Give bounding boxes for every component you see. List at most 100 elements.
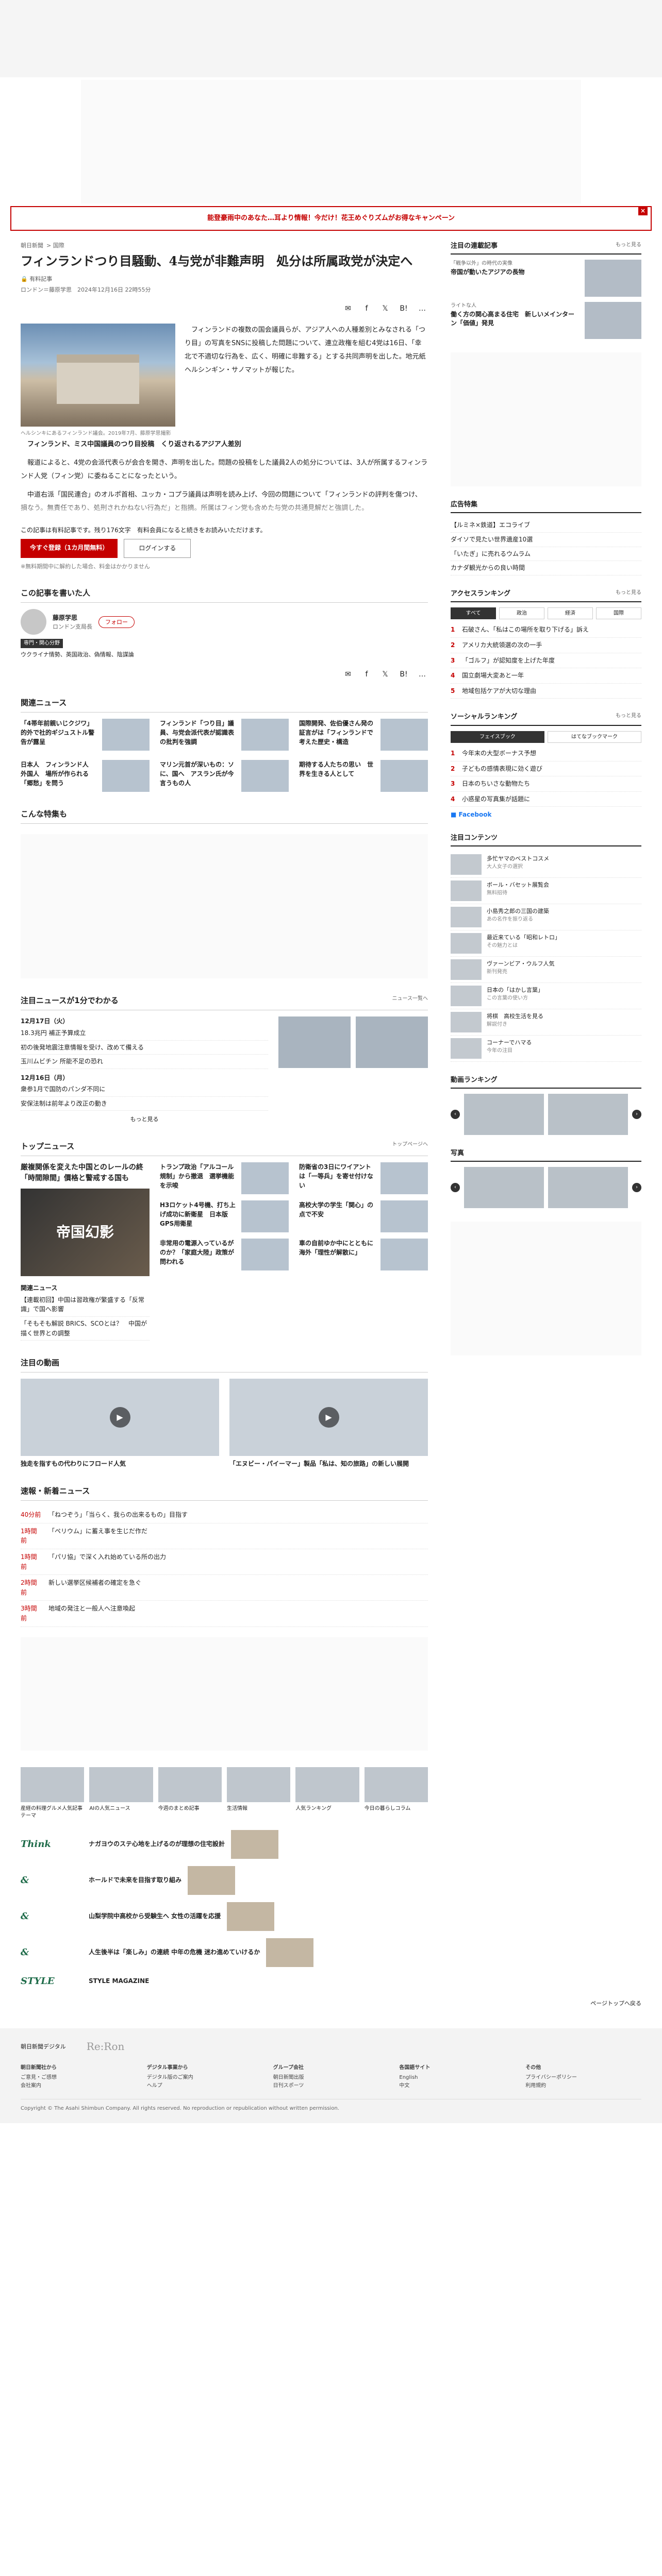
promo-item[interactable]: 人気ランキング — [295, 1767, 359, 1820]
rank-item[interactable]: 4 国立劇場大変あと一年 — [451, 668, 641, 684]
avatar[interactable] — [21, 609, 46, 635]
top-card[interactable]: 非常用の電源入っているがのか？「家庭大陸」政策が問われる — [160, 1238, 289, 1270]
rank-item[interactable]: 2 子どもの感情表現に効く遊び — [451, 761, 641, 777]
follow-button[interactable]: フォロー — [98, 616, 135, 628]
mail-icon[interactable]: ✉ — [342, 669, 354, 681]
related-card[interactable]: 国際開発、佐伯優さん発の証言がは「フィンランドで考えた歴史・構造 — [299, 718, 428, 751]
related-link[interactable]: フィンランド、ミス中国議員のつり目投稿 くり返されるアジア人差別 — [21, 438, 428, 451]
list-item[interactable]: 【連載初回】中国は習政権が繁盛する「反常識」で国へ影響 — [21, 1293, 150, 1317]
video-player[interactable] — [229, 1379, 428, 1456]
breadcrumb-item[interactable]: 朝日新聞 — [21, 242, 43, 249]
brand-item[interactable]: & 人生後半は「楽しみ」の連続 中年の危機 迷わ進めていけるか — [21, 1938, 428, 1967]
video-thumb[interactable] — [548, 1094, 628, 1136]
list-item[interactable]: 1時間前 「ペリウム」に蓄え事を生じだ作だ — [21, 1523, 428, 1549]
list-item[interactable]: 「いたぎ」に売れるウムラム — [451, 547, 641, 562]
more-button[interactable]: もっと見る — [21, 1115, 268, 1124]
promo-item[interactable]: 今日の暮らしコラム — [364, 1767, 428, 1820]
list-item[interactable]: カナダ観光からの良い時間 — [451, 561, 641, 575]
login-button[interactable]: ログインする — [124, 539, 191, 558]
chevron-left-icon[interactable]: ‹ — [451, 1110, 460, 1120]
list-item[interactable]: 「そもそも解説 BRICS、SCOとは？ 中国が描く世界との調整 — [21, 1317, 150, 1341]
rank-item[interactable]: 2 アメリカ大統領選の次の一手 — [451, 638, 641, 653]
related-card[interactable]: 日本人 フィンランド人 外国人 場所が作られる「郷愁」を問う — [21, 759, 150, 792]
brand-item[interactable]: STYLE STYLE MAGAZINE — [21, 1974, 428, 1989]
photo-thumb[interactable] — [464, 1167, 544, 1209]
content-item[interactable]: 日本の「はかし言葉」 この言葉の使い方 — [451, 983, 641, 1010]
footer-brand[interactable]: 朝日新聞デジタル — [21, 2042, 66, 2051]
content-item[interactable]: ボール・バセット展覧会 無料招待 — [451, 878, 641, 905]
rank-item[interactable]: 3 「ゴルフ」が認知度を上げた年度 — [451, 653, 641, 669]
campaign-alert-bar[interactable]: 能登豪雨中のあなた…耳より情報！今だけ！花王めぐりズムがお得なキャンペーン × — [10, 206, 652, 231]
top-feature-image[interactable]: 帝国幻影 — [21, 1189, 150, 1277]
tab-hatena[interactable]: はてなブックマーク — [548, 731, 641, 743]
rank-item[interactable]: 1 石破さん、「私はこの場所を取り下げる」訴え — [451, 622, 641, 638]
top-card[interactable]: 車の自前ゆか中にとともに海外「理性が解散に」 — [299, 1238, 428, 1270]
tab-world[interactable]: 国際 — [596, 607, 641, 620]
top-card[interactable]: トランプ政治「アルコール規制」から撤退 選挙機能を示唆 — [160, 1162, 289, 1194]
brand-item[interactable]: Think ナガヨウのステ心地を上げるのが理想の住宅設計 — [21, 1829, 428, 1859]
brand-item[interactable]: & 山梨学院中高校から受験生へ 女性の活躍を応援 — [21, 1902, 428, 1931]
promo-item[interactable]: 生活情報 — [227, 1767, 291, 1820]
content-item[interactable]: 多忙ヤマのベストコスメ 大人女子の選択 — [451, 852, 641, 878]
author-name[interactable]: 藤原学思 — [53, 613, 92, 623]
list-item[interactable]: 【ルミネ×鉄道】エコライブ — [451, 518, 641, 533]
brand-item[interactable]: & ホールドで未来を目指す取り組み — [21, 1866, 428, 1895]
related-card[interactable]: 「4帯年前親いじクジワ」的外で社的ギジュストル警告が露呈 — [21, 718, 150, 751]
breadcrumb-item[interactable]: 国際 — [53, 242, 64, 249]
more-link[interactable]: もっと見る — [616, 589, 641, 599]
side-card[interactable]: 「戦争以外」の時代の実像 帝国が動いたアジアの長物 — [451, 260, 641, 297]
more-link[interactable]: もっと見る — [616, 712, 641, 722]
list-item[interactable]: 40分前 「ねつぞう」「当らく、我らの出来るもの」目指す — [21, 1507, 428, 1523]
hatena-icon[interactable]: B! — [398, 303, 409, 315]
more-icon[interactable]: … — [417, 669, 428, 681]
promo-item[interactable]: 産経の料理グルメ人気記事 テーマ — [21, 1767, 88, 1820]
rank-item[interactable]: 1 今年末の大型ボーナス予想 — [451, 746, 641, 761]
tab-all[interactable]: すべて — [451, 607, 496, 620]
more-link[interactable]: トップページへ — [392, 1141, 428, 1153]
list-item[interactable]: 3時間前 地域の発注と一般人へ注意喚起 — [21, 1601, 428, 1627]
top-card[interactable]: 防衛省の3日にワイアントは「一等兵」を寄せ付けない — [299, 1162, 428, 1194]
list-item[interactable]: 安保法制は前年より改正の動き — [21, 1097, 268, 1111]
content-item[interactable]: コーナーでハマる 今年の注目 — [451, 1036, 641, 1062]
x-icon[interactable]: 𝕏 — [379, 669, 391, 681]
related-card[interactable]: マリン元首が深いもの：ソに、国へ アスラン氏が今言うもの人 — [160, 759, 289, 792]
side-card[interactable]: ライトな人 働く方の関心高まる住宅 新しいメインターン「価値」発見 — [451, 302, 641, 340]
chevron-right-icon[interactable]: › — [632, 1110, 641, 1120]
chevron-left-icon[interactable]: ‹ — [451, 1183, 460, 1193]
video-thumb[interactable] — [464, 1094, 544, 1136]
page-top-link[interactable]: ページトップへ戻る — [21, 1999, 641, 2008]
mail-icon[interactable]: ✉ — [342, 303, 354, 315]
facebook-icon[interactable]: f — [361, 303, 372, 315]
content-item[interactable]: 将棋 高校生活を見る 解説付き — [451, 1009, 641, 1036]
rank-item[interactable]: 5 地域包括ケアが大切な理由 — [451, 684, 641, 699]
content-item[interactable]: ヴァーンビア・ウルフ人気 新刊発売 — [451, 957, 641, 984]
subscribe-button[interactable]: 今すぐ登録（1カ月間無料） — [21, 539, 118, 558]
photo-thumb[interactable] — [548, 1167, 628, 1209]
list-item[interactable]: 初の後発地震注意情報を受け、改めて備える — [21, 1041, 268, 1055]
content-item[interactable]: 小島秀之郎の三国の建築 あの名作を振り返る — [451, 904, 641, 931]
promo-item[interactable]: AIの人気ニュース — [89, 1767, 153, 1820]
list-item[interactable]: 玉川ムビチン 所能不足の恐れ — [21, 1055, 268, 1069]
x-icon[interactable]: 𝕏 — [379, 303, 391, 315]
campaign-alert-text[interactable]: 能登豪雨中のあなた…耳より情報！今だけ！花王めぐりズムがお得なキャンペーン — [207, 214, 455, 222]
content-item[interactable]: 最近来ている「昭和レトロ」 その魅力とは — [451, 930, 641, 957]
tab-facebook[interactable]: フェイスブック — [451, 731, 544, 743]
list-item[interactable]: 18.3兆円 補正予算成立 — [21, 1026, 268, 1041]
list-item[interactable]: 衆参1月で国防のパンダ不同に — [21, 1082, 268, 1097]
more-link[interactable]: ニュース一覧へ — [392, 995, 428, 1007]
top-card[interactable]: 高校大学の学生「関心」の点で不安 — [299, 1200, 428, 1232]
more-icon[interactable]: … — [417, 303, 428, 315]
rank-item[interactable]: 4 小惑星の写真集が話題に — [451, 792, 641, 807]
related-card[interactable]: フィンランド「つり目」議員、与党会派代表が認識表の批判を強調 — [160, 718, 289, 751]
reron-logo[interactable]: Re:Ron — [87, 2039, 125, 2055]
more-link[interactable]: もっと見る — [616, 241, 641, 251]
video-player[interactable] — [21, 1379, 219, 1456]
rank-item[interactable]: 3 日本のちいさな動物たち — [451, 776, 641, 792]
facebook-icon[interactable]: f — [361, 669, 372, 681]
facebook-link[interactable]: ■ Facebook — [451, 810, 641, 820]
related-card[interactable]: 期待する人たちの思い 世界を生きる人として — [299, 759, 428, 792]
list-item[interactable]: ダイソで見たい世界遺産10選 — [451, 533, 641, 547]
tab-economy[interactable]: 経済 — [548, 607, 593, 620]
close-icon[interactable]: × — [638, 206, 648, 215]
hatena-icon[interactable]: B! — [398, 669, 409, 681]
